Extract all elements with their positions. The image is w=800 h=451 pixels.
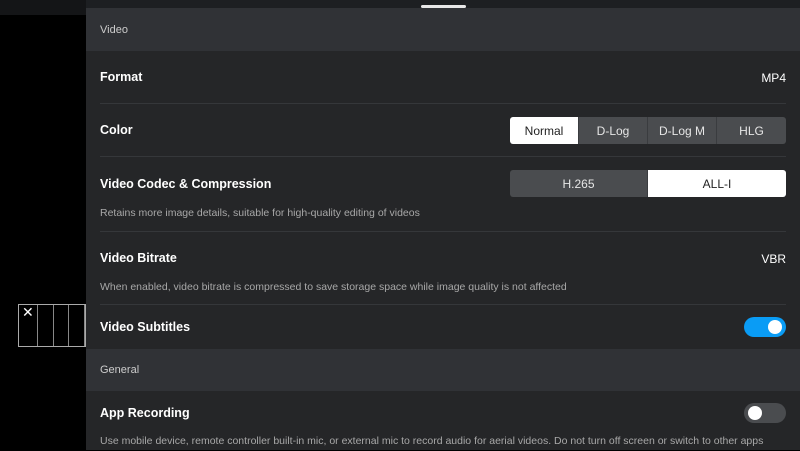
- color-row: Color Normal D-Log D-Log M HLG: [100, 104, 786, 157]
- format-label: Format: [100, 70, 143, 84]
- subtitles-row: Video Subtitles: [100, 305, 786, 349]
- color-option-normal[interactable]: Normal: [510, 117, 579, 144]
- bitrate-value[interactable]: VBR: [761, 252, 786, 266]
- app-recording-label: App Recording: [100, 406, 190, 420]
- subtitles-label: Video Subtitles: [100, 320, 191, 334]
- settings-panel: Video Format MP4 Color Normal D-Log D-Lo…: [86, 8, 800, 450]
- top-bar: [0, 0, 800, 15]
- codec-segmented-control[interactable]: H.265 ALL-I: [510, 170, 786, 197]
- app-recording-description: Use mobile device, remote controller bui…: [100, 435, 764, 447]
- codec-row: Video Codec & Compression H.265 ALL-I Re…: [100, 157, 786, 232]
- close-icon[interactable]: ✕: [19, 305, 38, 346]
- color-label: Color: [100, 123, 133, 137]
- format-row[interactable]: Format MP4: [100, 51, 786, 104]
- bitrate-label: Video Bitrate: [100, 251, 177, 265]
- codec-label: Video Codec & Compression: [100, 177, 272, 191]
- color-option-dlog[interactable]: D-Log: [579, 117, 648, 144]
- bitrate-row[interactable]: Video Bitrate VBR When enabled, video bi…: [100, 232, 786, 305]
- grid-widget: ✕: [18, 304, 86, 347]
- color-option-hlg[interactable]: HLG: [717, 117, 786, 144]
- app-recording-row: App Recording Use mobile device, remote …: [100, 391, 786, 451]
- bitrate-description: When enabled, video bitrate is compresse…: [100, 281, 567, 293]
- codec-option-alli[interactable]: ALL-I: [648, 170, 786, 197]
- format-value[interactable]: MP4: [761, 71, 786, 85]
- section-header-general: General: [86, 349, 800, 391]
- color-segmented-control[interactable]: Normal D-Log D-Log M HLG: [510, 117, 786, 144]
- codec-option-h265[interactable]: H.265: [510, 170, 648, 197]
- app-recording-toggle[interactable]: [744, 403, 786, 423]
- section-header-video: Video: [86, 8, 800, 51]
- subtitles-toggle[interactable]: [744, 317, 786, 337]
- codec-description: Retains more image details, suitable for…: [100, 207, 420, 219]
- color-option-dlogm[interactable]: D-Log M: [648, 117, 717, 144]
